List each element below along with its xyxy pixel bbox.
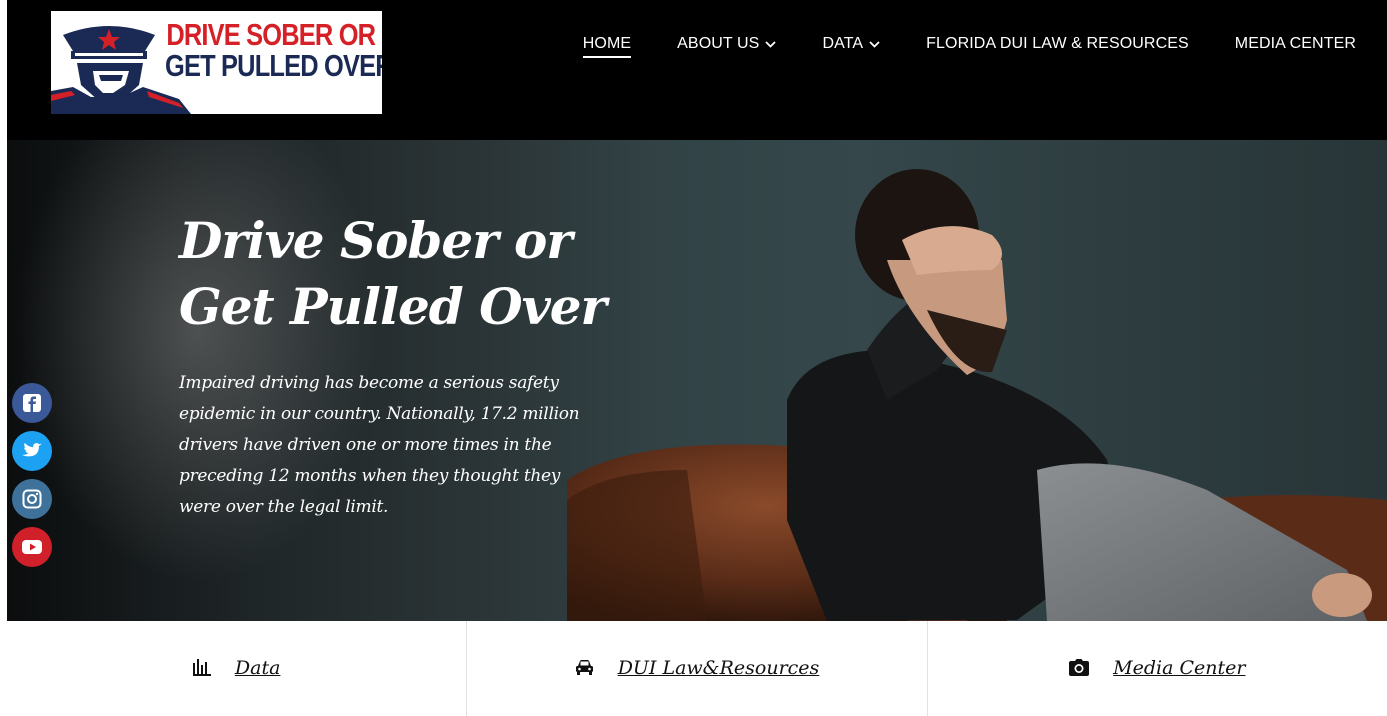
nav-home[interactable]: HOME	[582, 35, 632, 58]
logo-line-1: DRIVE SOBER OR	[166, 17, 376, 52]
social-links	[12, 383, 52, 575]
youtube-button[interactable]	[12, 527, 52, 567]
logo-wordmark: DRIVE SOBER OR GET PULLED OVER	[165, 19, 382, 81]
site-header: DRIVE SOBER OR GET PULLED OVER HOME ABOU…	[7, 0, 1387, 140]
nav-about-us[interactable]: ABOUT US	[677, 35, 777, 53]
data-link[interactable]: Data	[235, 657, 281, 679]
instagram-button[interactable]	[12, 479, 52, 519]
chevron-down-icon	[765, 40, 777, 48]
hero-title-line-2: Get Pulled Over	[179, 277, 607, 336]
twitter-button[interactable]	[12, 431, 52, 471]
media-center-link[interactable]: Media Center	[1113, 657, 1245, 679]
twitter-icon	[22, 442, 42, 457]
facebook-icon	[23, 394, 41, 412]
camera-icon	[1069, 659, 1090, 676]
nav-data-label: DATA	[822, 35, 864, 52]
hero-banner: Drive Sober or Get Pulled Over Impaired …	[7, 140, 1387, 621]
site-logo[interactable]: DRIVE SOBER OR GET PULLED OVER	[51, 11, 382, 114]
car-icon	[575, 659, 594, 676]
nav-data[interactable]: DATA	[822, 35, 880, 53]
nav-florida-dui-law[interactable]: FLORIDA DUI LAW & RESOURCES	[926, 35, 1189, 53]
nav-about-us-label: ABOUT US	[677, 35, 760, 52]
quick-links-bar: Data DUI Law&Resources Media Center	[7, 621, 1387, 716]
quicklink-data: Data	[7, 621, 468, 716]
quicklink-media-center: Media Center	[928, 621, 1387, 716]
bar-chart-icon	[192, 659, 211, 676]
chevron-down-icon	[869, 40, 880, 48]
hero-title: Drive Sober or Get Pulled Over	[179, 208, 607, 340]
nav-media-center-label: MEDIA CENTER	[1234, 35, 1356, 52]
instagram-icon	[22, 489, 42, 509]
page-frame: DRIVE SOBER OR GET PULLED OVER HOME ABOU…	[7, 0, 1387, 716]
nav-florida-dui-law-label: FLORIDA DUI LAW & RESOURCES	[926, 35, 1189, 52]
nav-media-center[interactable]: MEDIA CENTER	[1235, 35, 1356, 53]
quicklink-dui-law: DUI Law&Resources	[467, 621, 928, 716]
hero-title-line-1: Drive Sober or	[179, 211, 573, 270]
logo-line-2: GET PULLED OVER	[165, 48, 382, 83]
youtube-icon	[22, 540, 42, 554]
hero-description: Impaired driving has become a serious sa…	[179, 373, 580, 517]
nav-home-label: HOME	[582, 35, 632, 52]
dui-law-resources-link[interactable]: DUI Law&Resources	[618, 657, 820, 679]
main-nav: HOME ABOUT US DATA FLORIDA DUI LAW & RES…	[537, 30, 1356, 58]
facebook-button[interactable]	[12, 383, 52, 423]
